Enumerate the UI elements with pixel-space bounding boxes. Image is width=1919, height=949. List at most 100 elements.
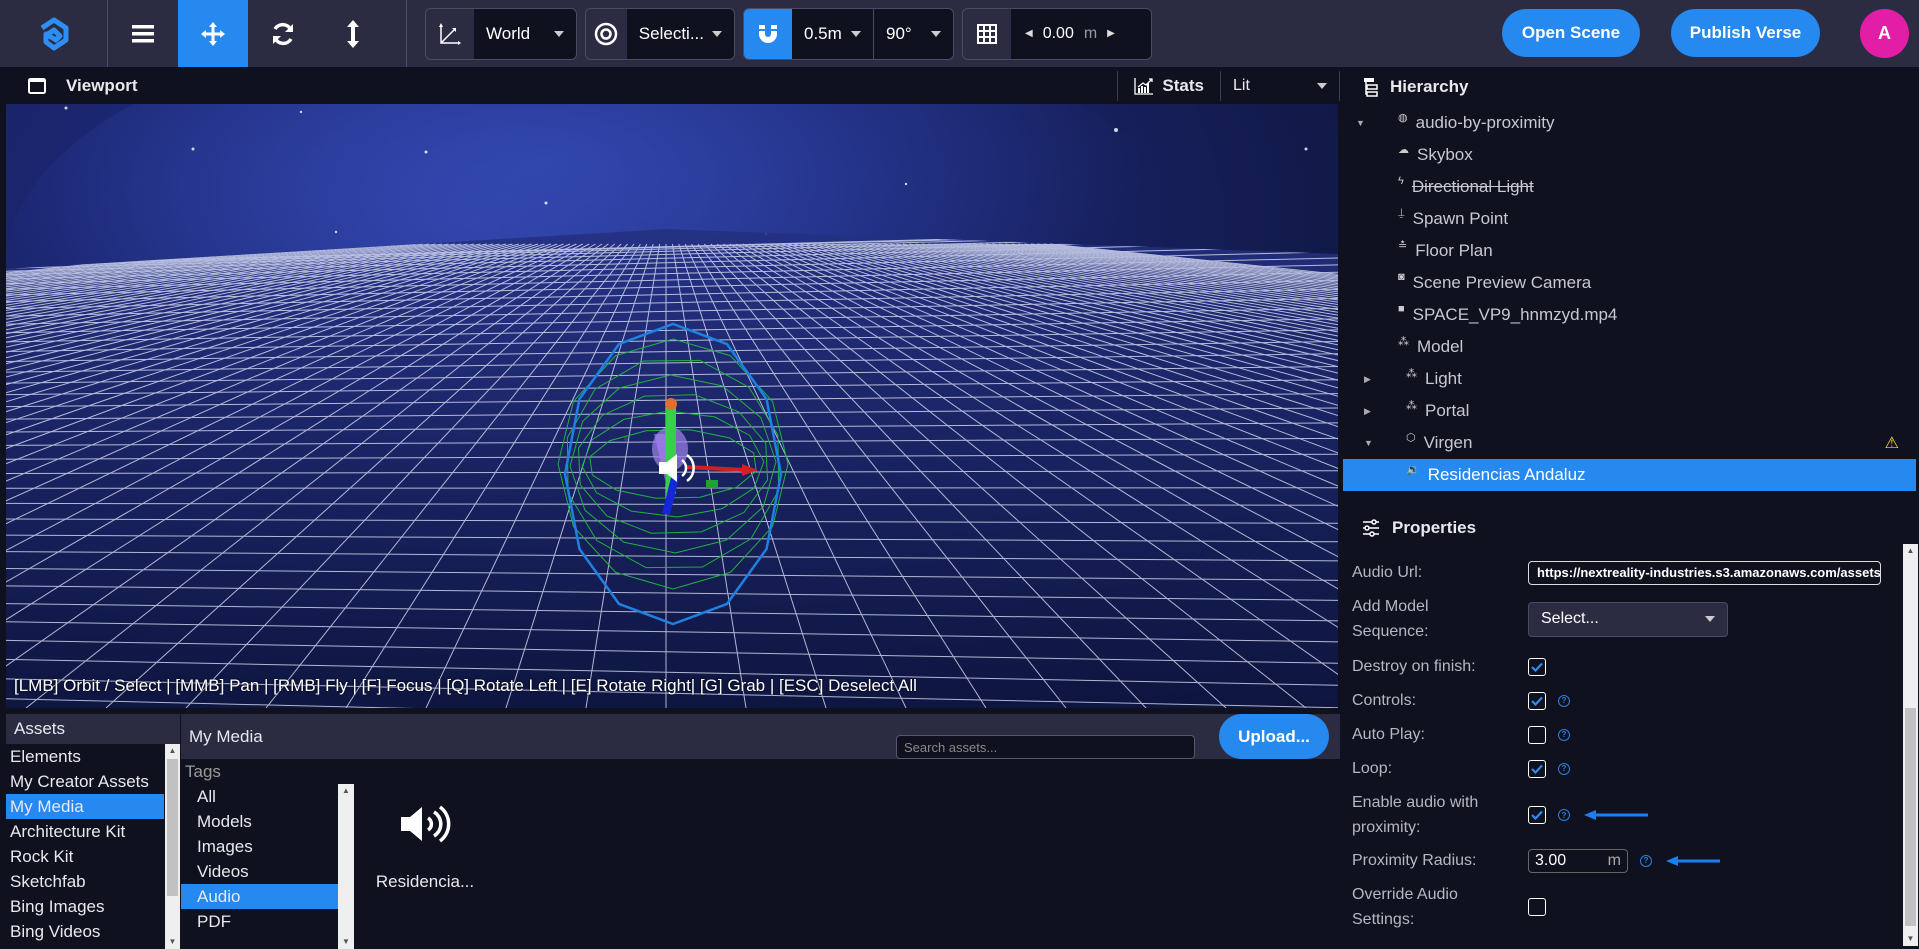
translate-tool-button[interactable] <box>178 0 248 67</box>
help-icon[interactable]: ? <box>1558 762 1570 775</box>
collapse-toggle-icon[interactable]: ▶ <box>1364 406 1371 417</box>
scroll-thumb[interactable] <box>167 759 178 896</box>
collapse-toggle-icon[interactable]: ▶ <box>1364 374 1371 385</box>
proximity-radius-input[interactable]: 3.00 m <box>1528 848 1628 873</box>
grid-toggle-button[interactable] <box>963 8 1011 59</box>
asset-source-item[interactable]: Rock Kit <box>6 844 164 869</box>
tag-list: All Models Images Videos Audio PDF <box>181 784 338 934</box>
speaker-icon: 🔉 <box>1406 463 1420 476</box>
radius-unit: m <box>1607 851 1621 869</box>
asset-source-item[interactable]: Architecture Kit <box>6 819 164 844</box>
scroll-up-icon[interactable]: ▲ <box>1903 544 1918 558</box>
destroy-checkbox[interactable] <box>1528 657 1546 676</box>
scene-viewport[interactable]: [LMB] Orbit / Select | [MMB] Pan | [RMB]… <box>6 104 1338 708</box>
user-avatar[interactable]: A <box>1860 9 1909 58</box>
audio-url-input[interactable]: https://nextreality-industries.s3.amazon… <box>1528 560 1881 585</box>
scale-tool-button[interactable] <box>318 0 388 67</box>
app-logo[interactable] <box>0 0 108 67</box>
hierarchy-node[interactable]: ⁂ Model <box>1340 331 1919 363</box>
rotate-icon <box>273 22 293 45</box>
autoplay-checkbox[interactable] <box>1528 725 1546 744</box>
asset-source-item[interactable]: My Creator Assets <box>6 769 164 794</box>
grid-height-field[interactable]: ◀ 0.00 m ▶ <box>1011 8 1151 59</box>
rotate-tool-button[interactable] <box>248 0 318 67</box>
chevron-down-icon <box>1317 82 1327 89</box>
menu-button[interactable] <box>108 0 178 67</box>
asset-source-item[interactable]: Bing Videos <box>6 919 164 944</box>
tag-item[interactable]: Audio <box>181 884 338 909</box>
warning-icon[interactable]: ⚠ <box>1885 433 1899 453</box>
shading-mode-dropdown[interactable]: Lit <box>1220 70 1340 101</box>
properties-scrollbar[interactable]: ▲ ▼ <box>1903 544 1918 946</box>
scroll-down-icon[interactable]: ▼ <box>1903 932 1918 946</box>
open-scene-button[interactable]: Open Scene <box>1502 9 1640 57</box>
hierarchy-node[interactable]: ■ SPACE_VP9_hnmzyd.mp4 <box>1340 299 1919 331</box>
audio-url-row: Audio Url: https://nextreality-industrie… <box>1352 560 1892 585</box>
tag-item[interactable]: All <box>181 784 338 809</box>
asset-source-item[interactable]: My Media <box>6 794 164 819</box>
hierarchy-node[interactable]: ▶ ⁂ Light <box>1340 363 1919 395</box>
tag-item[interactable]: Models <box>181 809 338 834</box>
tag-item[interactable]: PDF <box>181 909 338 934</box>
asset-source-item[interactable]: Elements <box>6 744 164 769</box>
asset-source-item[interactable]: Sketchfab <box>6 869 164 894</box>
snap-group: 0.5m 90° <box>743 7 954 60</box>
properties-title: Properties <box>1392 518 1477 537</box>
tags-scrollbar[interactable]: ▲ ▼ <box>338 784 354 949</box>
help-icon[interactable]: ? <box>1558 694 1570 707</box>
controls-checkbox[interactable] <box>1528 691 1546 710</box>
scroll-down-icon[interactable]: ▼ <box>165 935 180 949</box>
snap-rotate-dropdown[interactable]: 90° <box>874 8 953 59</box>
vertical-arrows-icon <box>347 19 359 48</box>
hierarchy-node[interactable]: ≛ Floor Plan <box>1340 235 1919 267</box>
model-sequence-dropdown[interactable]: Select... <box>1528 601 1728 637</box>
hierarchy-node[interactable]: ◙ Scene Preview Camera <box>1340 267 1919 299</box>
hierarchy-node-label: Spawn Point <box>1412 209 1509 228</box>
help-icon[interactable]: ? <box>1558 809 1570 821</box>
scroll-up-icon[interactable]: ▲ <box>338 784 354 798</box>
snap-translate-dropdown[interactable]: 0.5m <box>792 8 873 59</box>
hierarchy-node[interactable]: 🔉 Residencias Andaluz <box>1343 459 1916 491</box>
model-sequence-label: Add Model Sequence: <box>1352 598 1429 640</box>
publish-verse-button[interactable]: Publish Verse <box>1671 9 1820 57</box>
hierarchy-node[interactable]: ▼ ◍ audio-by-proximity <box>1340 107 1919 139</box>
proximity-checkbox[interactable] <box>1528 806 1546 824</box>
hamburger-icon <box>132 24 154 42</box>
asset-sources: Assets Elements My Creator Assets My Media… <box>6 714 180 949</box>
override-checkbox[interactable] <box>1528 898 1546 916</box>
asset-sources-scrollbar[interactable]: ▲ ▼ <box>165 744 180 949</box>
help-icon[interactable]: ? <box>1640 854 1652 867</box>
checkmark-icon <box>1531 810 1543 820</box>
tag-item[interactable]: Images <box>181 834 338 859</box>
cubes-icon: ⁂ <box>1398 335 1409 348</box>
upload-button[interactable]: Upload... <box>1219 714 1329 759</box>
help-icon[interactable]: ? <box>1558 728 1570 741</box>
hierarchy-node[interactable]: ⍊ Spawn Point <box>1340 203 1919 235</box>
search-assets-input[interactable] <box>896 735 1195 759</box>
spawn-icon: ⍊ <box>1398 206 1405 219</box>
expand-toggle-icon[interactable]: ▼ <box>1364 438 1373 448</box>
stats-button[interactable]: Stats <box>1117 70 1220 101</box>
decrement-arrow-icon[interactable]: ◀ <box>1025 28 1033 39</box>
hierarchy-node[interactable]: ☁ Skybox <box>1340 139 1919 171</box>
grid-height-unit: m <box>1083 24 1098 42</box>
snap-toggle-button[interactable] <box>744 8 792 59</box>
hierarchy-node[interactable]: ▶ ⁂ Portal <box>1340 395 1919 427</box>
increment-arrow-icon[interactable]: ▶ <box>1107 28 1115 39</box>
scroll-up-icon[interactable]: ▲ <box>165 744 180 758</box>
hierarchy-node[interactable]: ▼ ⬡ Virgen ⚠ <box>1340 427 1919 459</box>
scroll-down-icon[interactable]: ▼ <box>338 935 354 949</box>
loop-checkbox[interactable] <box>1528 759 1546 778</box>
grid-icon <box>977 23 997 44</box>
proximity-label: Enable audio with proximity: <box>1352 794 1479 836</box>
transform-space-dropdown[interactable]: World <box>474 8 576 59</box>
asset-source-item[interactable]: Bing Images <box>6 894 164 919</box>
tag-item[interactable]: Videos <box>181 859 338 884</box>
hierarchy-node[interactable]: ϟ Directional Light <box>1340 171 1919 203</box>
asset-item[interactable]: Residencia... <box>370 804 480 892</box>
checkmark-icon <box>1531 764 1543 774</box>
proximity-row: Enable audio with proximity: ? <box>1352 790 1892 840</box>
pivot-dropdown[interactable]: Selecti... <box>626 8 734 59</box>
expand-toggle-icon[interactable]: ▼ <box>1356 118 1365 128</box>
scroll-thumb[interactable] <box>1905 708 1916 926</box>
